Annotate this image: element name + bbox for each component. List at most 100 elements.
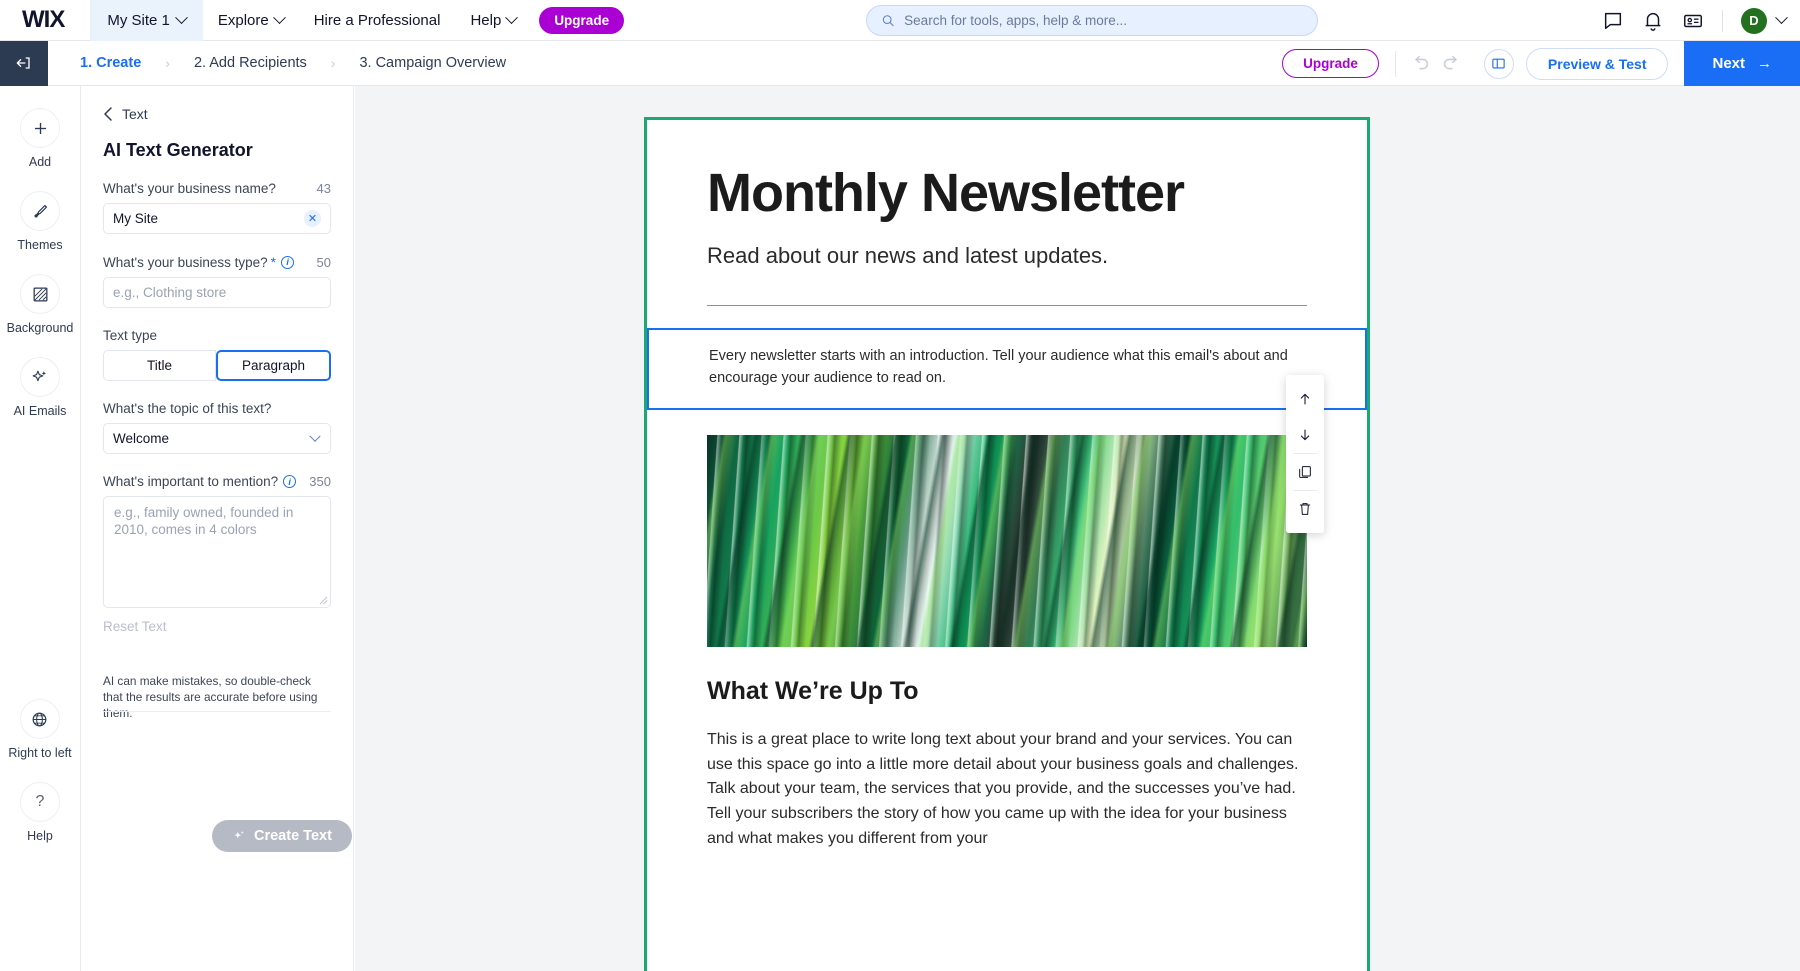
- move-up-button[interactable]: [1286, 381, 1324, 417]
- email-intro-text: Every newsletter starts with an introduc…: [709, 348, 1288, 387]
- global-top-bar: WIX My Site 1 Explore Hire a Professiona…: [0, 0, 1800, 41]
- rail-item-help[interactable]: ? Help: [20, 782, 60, 843]
- duplicate-button[interactable]: [1286, 454, 1324, 490]
- contact-card-icon[interactable]: [1682, 10, 1704, 32]
- side-panel-icon: [1492, 58, 1506, 69]
- business-name-input[interactable]: My Site ✕: [103, 203, 331, 234]
- move-down-button[interactable]: [1286, 417, 1324, 453]
- rail-item-add[interactable]: Add: [20, 108, 60, 169]
- reset-text-link[interactable]: Reset Text: [103, 619, 331, 634]
- rail-item-ai-emails[interactable]: AI Emails: [13, 357, 67, 418]
- rail-label-add: Add: [28, 155, 52, 169]
- menu-help[interactable]: Help: [455, 0, 531, 41]
- ai-disclaimer: AI can make mistakes, so double-check th…: [103, 674, 318, 720]
- text-type-option-title[interactable]: Title: [103, 350, 216, 381]
- business-type-placeholder: e.g., Clothing store: [113, 285, 227, 300]
- site-name-label: My Site 1: [107, 11, 170, 29]
- topic-select[interactable]: Welcome: [103, 423, 331, 454]
- rail-label-background: Background: [6, 321, 74, 335]
- rail-label-ai-emails: AI Emails: [13, 404, 67, 418]
- create-text-button[interactable]: Create Text: [212, 820, 352, 852]
- ai-text-generator-panel: Text AI Text Generator What's your busin…: [81, 86, 354, 971]
- menu-hire-a-professional[interactable]: Hire a Professional: [299, 0, 456, 41]
- panel-back-link[interactable]: Text: [103, 106, 331, 122]
- text-type-option-paragraph[interactable]: Paragraph: [216, 350, 331, 381]
- rail-item-background[interactable]: Background: [6, 274, 74, 335]
- hatched-square-icon: [20, 274, 60, 314]
- breadcrumb-step-create[interactable]: 1. Create: [74, 55, 147, 71]
- wix-email-editor: WIX My Site 1 Explore Hire a Professiona…: [0, 0, 1800, 971]
- next-button[interactable]: Next →: [1684, 41, 1800, 86]
- upgrade-button[interactable]: Upgrade: [1282, 49, 1379, 78]
- breadcrumb-step-campaign-overview[interactable]: 3. Campaign Overview: [353, 55, 512, 71]
- chat-icon[interactable]: [1602, 10, 1624, 32]
- rail-item-themes[interactable]: Themes: [17, 191, 63, 252]
- chevron-right-icon: ›: [330, 55, 336, 71]
- chevron-right-icon: ›: [165, 55, 170, 71]
- global-search[interactable]: [866, 5, 1318, 36]
- back-button[interactable]: [0, 40, 48, 86]
- panel-back-label: Text: [122, 106, 148, 122]
- toggle-panel-button[interactable]: [1483, 48, 1514, 79]
- email-section-title[interactable]: What We’re Up To: [707, 677, 1307, 706]
- clear-icon[interactable]: ✕: [304, 210, 321, 227]
- email-hero-image[interactable]: [707, 434, 1307, 647]
- resize-grip-icon[interactable]: [319, 596, 328, 605]
- wix-logo[interactable]: WIX: [0, 8, 90, 32]
- sparkle-icon: [234, 831, 244, 839]
- business-type-label: What's your business type?: [103, 254, 268, 270]
- email-hero-block[interactable]: Monthly Newsletter Read about our news a…: [647, 120, 1367, 269]
- menu-explore[interactable]: Explore: [203, 0, 299, 41]
- menu-explore-label: Explore: [217, 11, 269, 29]
- business-name-label: What's your business name?: [103, 181, 276, 196]
- delete-icon: [1299, 503, 1311, 515]
- duplicate-icon: [1299, 466, 1311, 478]
- delete-button[interactable]: [1286, 491, 1324, 527]
- sparkle-icon: [19, 357, 60, 397]
- chevron-down-icon: [309, 430, 321, 442]
- email-section-body[interactable]: This is a great place to write long text…: [707, 728, 1307, 852]
- email-canvas[interactable]: Monthly Newsletter Read about our news a…: [355, 86, 1800, 971]
- editor-sub-bar: 1. Create › 2. Add Recipients › 3. Campa…: [0, 40, 1800, 86]
- undo-icon[interactable]: [1410, 53, 1432, 75]
- field-business-name: What's your business name? 43 My Site ✕: [103, 181, 331, 234]
- field-topic: What's the topic of this text? Welcome: [103, 401, 331, 454]
- email-preview[interactable]: Monthly Newsletter Read about our news a…: [644, 117, 1370, 971]
- create-text-label: Create Text: [254, 828, 332, 844]
- important-textarea[interactable]: e.g., family owned, founded in 2010, com…: [103, 496, 331, 608]
- redo-icon[interactable]: [1440, 53, 1462, 75]
- divider: [707, 305, 1307, 307]
- info-icon[interactable]: i: [283, 475, 297, 488]
- move-up-icon: [1300, 393, 1310, 405]
- site-selector[interactable]: My Site 1: [90, 0, 203, 41]
- left-tool-rail: Add Themes Background AI Emails Right to…: [0, 86, 81, 971]
- breadcrumb-step-add-recipients[interactable]: 2. Add Recipients: [188, 55, 313, 71]
- breadcrumb: 1. Create › 2. Add Recipients › 3. Campa…: [74, 55, 512, 71]
- business-type-counter: 50: [316, 254, 331, 270]
- text-type-segmented-control: Title Paragraph: [103, 350, 331, 381]
- important-placeholder: e.g., family owned, founded in 2010, com…: [114, 505, 294, 537]
- business-type-input[interactable]: e.g., Clothing store: [103, 277, 331, 308]
- topic-label: What's the topic of this text?: [103, 401, 272, 416]
- upgrade-button-top[interactable]: Upgrade: [539, 6, 625, 34]
- chevron-down-icon: [272, 10, 286, 24]
- sub-bar-actions: Upgrade Preview & Test Next →: [1282, 41, 1800, 86]
- rail-item-right-to-left[interactable]: Right to left: [8, 699, 72, 760]
- search-input[interactable]: [904, 13, 1303, 28]
- preview-and-test-button[interactable]: Preview & Test: [1525, 47, 1669, 80]
- question-mark-icon: ?: [20, 782, 60, 822]
- important-label-row: What's important to mention? i: [103, 474, 297, 489]
- email-subtitle: Read about our news and latest updates.: [707, 243, 1109, 269]
- paintbrush-icon: [20, 191, 60, 231]
- avatar[interactable]: D: [1741, 7, 1767, 34]
- chevron-down-icon: [174, 10, 188, 24]
- divider: [103, 711, 331, 712]
- email-intro-block-selected[interactable]: Every newsletter starts with an introduc…: [647, 328, 1367, 410]
- chevron-down-icon[interactable]: [1775, 11, 1788, 25]
- chevron-down-icon: [505, 10, 519, 24]
- bell-icon[interactable]: [1642, 10, 1664, 32]
- info-icon[interactable]: i: [281, 255, 295, 269]
- rail-label-themes: Themes: [17, 238, 63, 252]
- field-business-type: What's your business type? * i 50 e.g., …: [103, 254, 331, 308]
- next-button-label: Next: [1712, 55, 1745, 72]
